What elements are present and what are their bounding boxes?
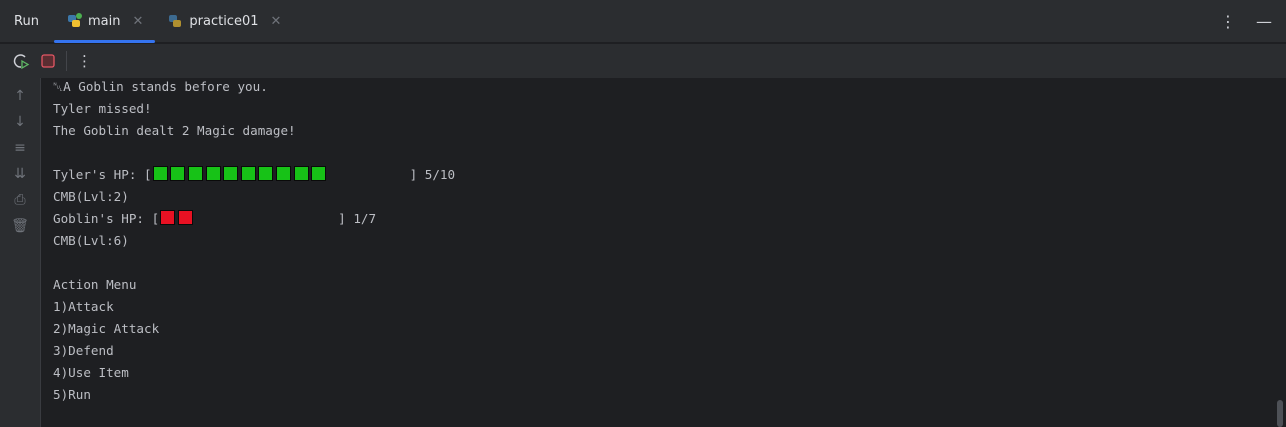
player-cmb: CMB(Lvl:2) — [53, 189, 129, 204]
console-line: The Goblin dealt 2 Magic damage! — [53, 123, 296, 138]
hp-block — [205, 166, 221, 181]
rerun-icon[interactable] — [12, 52, 30, 70]
scroll-down-icon[interactable]: ↓ — [14, 112, 26, 132]
menu-title: Action Menu — [53, 277, 137, 292]
tab-main[interactable]: main ✕ — [54, 0, 156, 43]
tab-label: main — [88, 13, 121, 29]
hp-block — [223, 166, 239, 181]
menu-option: 2)Magic Attack — [53, 321, 160, 336]
hp-block — [188, 166, 204, 181]
hp-block — [258, 166, 274, 181]
hp-block — [152, 166, 168, 181]
enemy-hp-bar — [159, 208, 338, 230]
enemy-hp-label: Goblin's HP: [ — [53, 211, 160, 226]
enemy-hp-line: Goblin's HP: [ ] 1/7 — [53, 208, 455, 230]
run-tab-bar: Run main ✕ practice01 ✕ ⋮ — — [0, 0, 1286, 43]
menu-option: 4)Use Item — [53, 365, 129, 380]
enemy-hp-value: ] 1/7 — [338, 211, 377, 226]
python-icon — [169, 15, 182, 27]
player-hp-line: Tyler's HP: [ ] 5/10 — [53, 164, 455, 186]
print-icon[interactable]: ⎙ — [14, 190, 25, 210]
console-gutter: ↑ ↓ ≡ ⇊ ⎙ 🗑 — [0, 78, 41, 427]
hp-block — [311, 166, 327, 181]
run-toolbar: ⋮ — [0, 44, 1286, 78]
soft-wrap-icon[interactable]: ≡ — [14, 138, 26, 158]
scrollbar[interactable] — [1277, 400, 1283, 427]
toolbar-divider — [66, 51, 67, 71]
scroll-to-end-icon[interactable]: ⇊ — [14, 164, 26, 184]
menu-option: 1)Attack — [53, 299, 114, 314]
run-panel-title: Run — [14, 13, 39, 29]
hp-block — [276, 166, 292, 181]
python-icon — [68, 13, 82, 27]
tab-practice01[interactable]: practice01 ✕ — [155, 0, 293, 43]
player-hp-label: Tyler's HP: [ — [53, 167, 152, 182]
menu-option: 3)Defend — [53, 343, 114, 358]
close-icon[interactable]: ✕ — [132, 14, 143, 29]
console-output[interactable]: ␀A Goblin stands before you. Tyler misse… — [53, 76, 455, 406]
close-icon[interactable]: ✕ — [271, 14, 282, 29]
enemy-cmb: CMB(Lvl:6) — [53, 233, 129, 248]
more-icon[interactable]: ⋮ — [77, 52, 92, 70]
hp-block — [293, 166, 309, 181]
player-hp-value: ] 5/10 — [409, 167, 456, 182]
stop-icon[interactable] — [40, 53, 56, 69]
minimize-icon[interactable]: — — [1256, 12, 1272, 31]
player-hp-bar — [152, 164, 410, 186]
hp-block — [170, 166, 186, 181]
menu-option: 5)Run — [53, 387, 91, 402]
hp-block — [160, 210, 176, 225]
more-options-icon[interactable]: ⋮ — [1220, 12, 1236, 31]
hp-block — [240, 166, 256, 181]
tab-label: practice01 — [189, 13, 259, 29]
console-line: ␀A Goblin stands before you. — [53, 79, 268, 94]
trash-icon[interactable]: 🗑 — [11, 216, 29, 236]
console-line: Tyler missed! — [53, 101, 152, 116]
hp-block — [178, 210, 194, 225]
scroll-up-icon[interactable]: ↑ — [14, 86, 26, 106]
